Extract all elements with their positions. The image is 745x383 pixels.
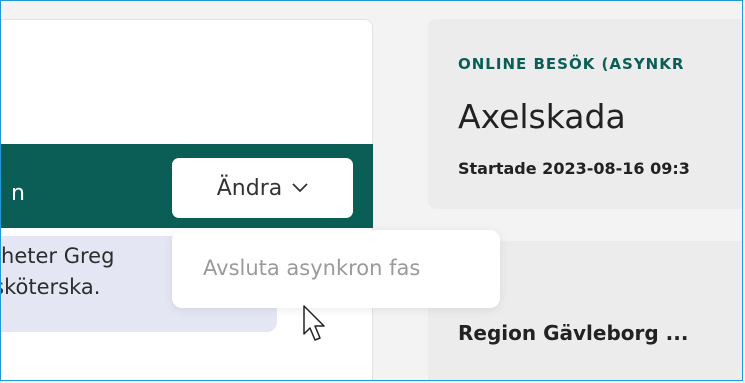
visit-type-label: ONLINE BESÖK (ASYNKR xyxy=(458,55,685,73)
chevron-down-icon xyxy=(292,183,308,193)
mouse-pointer-icon xyxy=(302,304,328,348)
visit-started-timestamp: Startade 2023-08-16 09:3 xyxy=(458,159,690,178)
visit-card: ONLINE BESÖK (ASYNKR Axelskada Startade … xyxy=(428,19,742,209)
organisation-name: Region Gävleborg ... xyxy=(458,321,689,345)
message-line: g heter Greg xyxy=(1,244,115,268)
conversation-header-title: n xyxy=(11,181,25,206)
change-button-label: Ändra xyxy=(216,175,283,201)
message-line: ksköterska. xyxy=(1,275,101,299)
change-button[interactable]: Ändra xyxy=(172,158,353,218)
menu-item-end-async-phase[interactable]: Avsluta asynkron fas xyxy=(203,256,420,280)
visit-title: Axelskada xyxy=(458,97,626,136)
screenshot-frame: n Ändra g heter Greg ksköterska. ONLINE … xyxy=(0,0,743,381)
change-dropdown-menu: Avsluta asynkron fas xyxy=(172,230,500,308)
